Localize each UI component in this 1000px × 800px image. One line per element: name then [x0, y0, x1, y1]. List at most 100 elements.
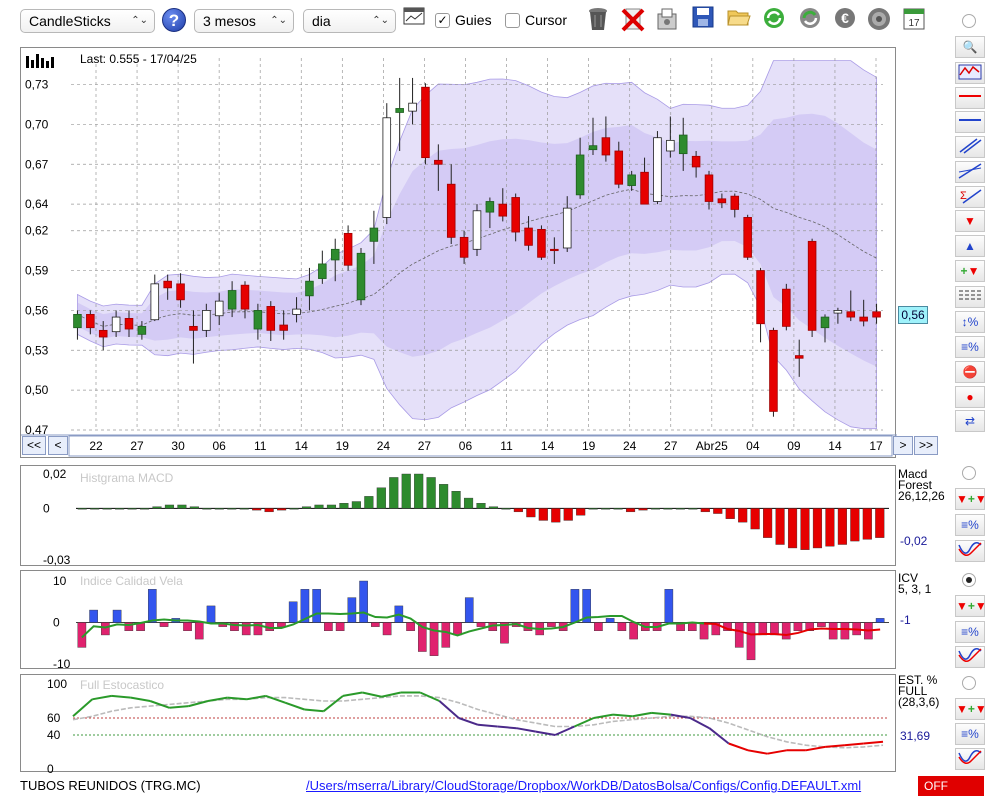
period-select[interactable]: 3 mesos ⌃⌄	[194, 9, 294, 33]
panel-radio-macd[interactable]	[962, 466, 976, 480]
candle-body	[86, 314, 95, 329]
config-path-link[interactable]: /Users/mserra/Library/CloudStorage/Dropb…	[306, 778, 861, 793]
arrow-down-red-icon[interactable]: ▼	[955, 210, 985, 232]
candle-body	[369, 227, 379, 242]
icv-percent-icon[interactable]: ≡%	[955, 621, 985, 643]
icv-curve-icon[interactable]	[955, 646, 985, 668]
candle-body	[807, 240, 817, 331]
guides-checkbox[interactable]: ✓	[435, 13, 450, 28]
price-panel: 0,730,730,700,700,670,670,640,640,620,62…	[20, 47, 923, 459]
macd-bar	[663, 508, 673, 510]
help-icon[interactable]: ?	[162, 8, 186, 32]
stoch-signal-icon[interactable]: ▼+▼	[955, 698, 987, 720]
stoch-y-tick: 0	[47, 762, 54, 773]
stoch-curve-icon[interactable]	[955, 748, 985, 770]
macd-bar	[787, 508, 798, 549]
trash-icon[interactable]	[585, 6, 611, 34]
horizontal-line-red-icon[interactable]	[955, 87, 985, 109]
stoch-line-segment	[863, 740, 884, 745]
macd-bar	[713, 508, 723, 514]
icv-bar	[734, 622, 744, 648]
guides-label: Guies	[455, 12, 492, 28]
candle	[807, 238, 817, 337]
interval-select[interactable]: dia ⌃⌄	[303, 9, 396, 33]
x-tick-label: 06	[459, 439, 473, 453]
candle-body	[588, 145, 598, 151]
macd-bar	[588, 508, 598, 510]
trendline-icon[interactable]	[955, 161, 985, 183]
auto-scale-icon[interactable]	[955, 62, 985, 84]
channel-icon[interactable]	[955, 136, 985, 158]
panel-radio-icv[interactable]	[962, 573, 976, 587]
macd-params: 26,12,26	[898, 489, 945, 503]
stoch-y-tick: 60	[47, 711, 61, 725]
stoch-percent-icon[interactable]: ≡%	[955, 723, 985, 745]
candle-body	[550, 248, 559, 252]
add-signal-icon[interactable]: +▼	[955, 260, 985, 282]
save-icon[interactable]	[690, 6, 716, 34]
candle-body	[356, 252, 366, 301]
candlestick-chart[interactable]: 0,730,730,700,700,670,670,640,640,620,62…	[21, 48, 923, 459]
candle-body	[820, 316, 830, 329]
icv-bar	[112, 609, 122, 623]
candle-body	[614, 150, 624, 185]
panel-radio-stoch[interactable]	[962, 676, 976, 690]
icv-y-tick: 10	[53, 574, 67, 588]
reload-data-icon[interactable]	[797, 6, 823, 34]
macd-bar	[650, 508, 661, 510]
nav-prev-button[interactable]: <	[48, 436, 68, 455]
macd-signal-icon[interactable]: ▼+▼	[955, 488, 987, 510]
nav-next-button[interactable]: >	[893, 436, 913, 455]
macd-bar	[227, 508, 237, 510]
horizontal-percent-icon[interactable]: ≡%	[955, 336, 985, 358]
cursor-checkbox[interactable]	[505, 13, 520, 28]
icv-y-tick: -10	[53, 657, 71, 670]
stop-icon[interactable]: ⛔	[955, 361, 985, 383]
macd-bar	[439, 484, 449, 509]
nav-last-button[interactable]: >>	[914, 436, 938, 455]
realtime-status-badge[interactable]: OFF	[918, 776, 984, 796]
record-icon[interactable]: ●	[955, 386, 985, 408]
panel-radio-main[interactable]	[962, 14, 976, 28]
icv-signal-icon[interactable]: ▼+▼	[955, 595, 987, 617]
euro-icon[interactable]: €	[832, 6, 858, 34]
refresh-icon[interactable]	[761, 6, 787, 34]
macd-y-tick: 0	[43, 501, 50, 515]
stoch-line-segment	[825, 744, 845, 748]
candle-body	[472, 210, 482, 250]
nav-first-button[interactable]: <<	[22, 436, 46, 455]
candle-body	[756, 270, 765, 325]
edit-icon[interactable]	[654, 6, 680, 34]
horizontal-line-blue-icon[interactable]	[955, 111, 985, 133]
chart-window-icon[interactable]	[401, 6, 427, 34]
icv-bar	[382, 622, 392, 636]
last-price-label: Last: 0.555 - 17/04/25	[80, 52, 197, 66]
macd-bar	[551, 508, 561, 523]
candle-body	[678, 134, 688, 155]
icv-bar	[183, 622, 192, 632]
macd-curve-icon[interactable]	[955, 540, 985, 562]
sigma-trend-icon[interactable]: Σ	[955, 186, 985, 208]
calendar-icon[interactable]: 17	[901, 6, 927, 34]
dashed-lines-icon[interactable]	[955, 286, 985, 308]
candle-body	[240, 284, 250, 310]
stoch-line-segment	[72, 698, 93, 718]
vertical-percent-icon[interactable]: ↕%	[955, 311, 985, 333]
swap-icon[interactable]: ⇄	[955, 410, 985, 432]
candle-body	[730, 195, 740, 210]
candle-body	[498, 203, 508, 217]
stoch-line-segment	[497, 725, 517, 730]
folder-open-icon[interactable]	[726, 6, 752, 34]
candle-body	[292, 308, 301, 315]
date-axis-frame	[68, 435, 893, 457]
stoch-line-segment	[632, 711, 652, 718]
x-tick-label: 24	[623, 439, 637, 453]
arrow-up-blue-icon[interactable]: ▲	[955, 235, 985, 257]
zoom-icon[interactable]: 🔍	[955, 36, 985, 58]
macd-bar	[463, 497, 474, 509]
candle	[421, 83, 430, 165]
chart-type-select[interactable]: CandleSticks ⌃⌄	[20, 9, 155, 33]
delete-icon[interactable]	[620, 6, 646, 34]
macd-percent-icon[interactable]: ≡%	[955, 514, 985, 536]
gear-icon[interactable]	[866, 6, 892, 34]
